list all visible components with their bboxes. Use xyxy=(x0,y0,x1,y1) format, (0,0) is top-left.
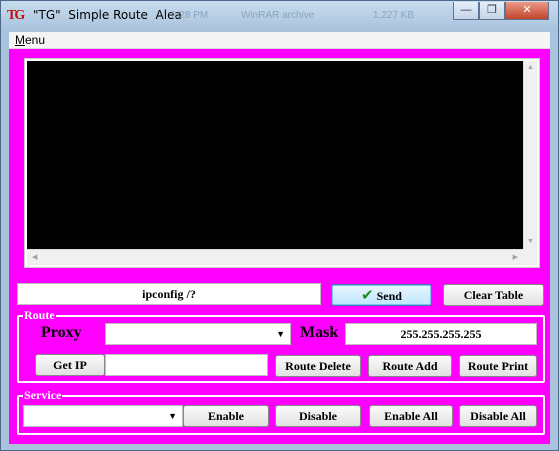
vertical-scrollbar[interactable]: ▲ ▼ xyxy=(523,61,537,249)
enable-button[interactable]: Enable xyxy=(183,405,269,427)
background-text-time: 2:28 PM xyxy=(171,10,209,21)
mask-label: Mask xyxy=(300,324,339,341)
send-label: Send xyxy=(376,289,402,303)
command-input[interactable]: ipconfig /? xyxy=(17,283,321,305)
route-delete-button[interactable]: Route Delete xyxy=(275,355,361,377)
scroll-left-icon[interactable]: ◀ xyxy=(32,254,37,262)
proxy-dropdown[interactable]: ▼ xyxy=(105,323,291,345)
menu-bar: Menu xyxy=(9,32,550,49)
clear-table-button[interactable]: Clear Table xyxy=(443,284,544,306)
app-logo-icon: TG xyxy=(7,8,25,23)
proxy-label: Proxy xyxy=(41,324,82,341)
ip-input[interactable] xyxy=(105,354,268,376)
route-print-button[interactable]: Route Print xyxy=(459,355,537,377)
menu-accelerator: M xyxy=(15,33,25,47)
chevron-down-icon: ▼ xyxy=(276,329,285,339)
maximize-button[interactable]: ❐ xyxy=(479,2,505,20)
scroll-up-icon[interactable]: ▲ xyxy=(527,64,534,72)
scroll-down-icon[interactable]: ▼ xyxy=(527,238,534,246)
get-ip-button[interactable]: Get IP xyxy=(35,354,105,376)
horizontal-scrollbar[interactable]: ◀ ▶ xyxy=(27,249,523,265)
disable-all-button[interactable]: Disable All xyxy=(459,405,537,427)
scroll-corner xyxy=(523,249,537,265)
menu-label-rest: enu xyxy=(25,33,46,47)
route-group: Route Proxy ▼ Mask 255.255.255.255 Get I… xyxy=(17,308,545,383)
client-area: ▲ ▼ ◀ ▶ ipconfig /? ✔ Send Clear Table R… xyxy=(9,49,550,444)
background-text-size: 1,227 KB xyxy=(373,10,415,21)
service-group: Service ▼ Enable Disable Enable All Disa… xyxy=(17,388,545,435)
checkmark-icon: ✔ xyxy=(361,286,374,304)
scroll-right-icon[interactable]: ▶ xyxy=(513,254,518,262)
minimize-button[interactable]: — xyxy=(453,2,479,20)
background-text-type: WinRAR archive xyxy=(241,10,315,21)
output-console[interactable]: ▲ ▼ ◀ ▶ xyxy=(24,58,540,268)
route-add-button[interactable]: Route Add xyxy=(368,355,452,377)
enable-all-button[interactable]: Enable All xyxy=(369,405,453,427)
mask-input[interactable]: 255.255.255.255 xyxy=(345,323,537,345)
window-title: "TG" Simple Route Alea xyxy=(33,8,182,22)
title-bar[interactable]: TG "TG" Simple Route Alea 2:28 PM WinRAR… xyxy=(1,1,558,31)
send-button[interactable]: ✔ Send xyxy=(331,284,432,306)
close-button[interactable]: ✕ xyxy=(505,2,549,20)
chevron-down-icon: ▼ xyxy=(168,411,177,421)
service-dropdown[interactable]: ▼ xyxy=(23,405,183,427)
route-group-title: Route xyxy=(23,308,56,322)
disable-button[interactable]: Disable xyxy=(275,405,361,427)
app-window: TG "TG" Simple Route Alea 2:28 PM WinRAR… xyxy=(0,0,559,451)
service-group-title: Service xyxy=(23,388,63,402)
menu-item-menu[interactable]: Menu xyxy=(15,33,45,47)
